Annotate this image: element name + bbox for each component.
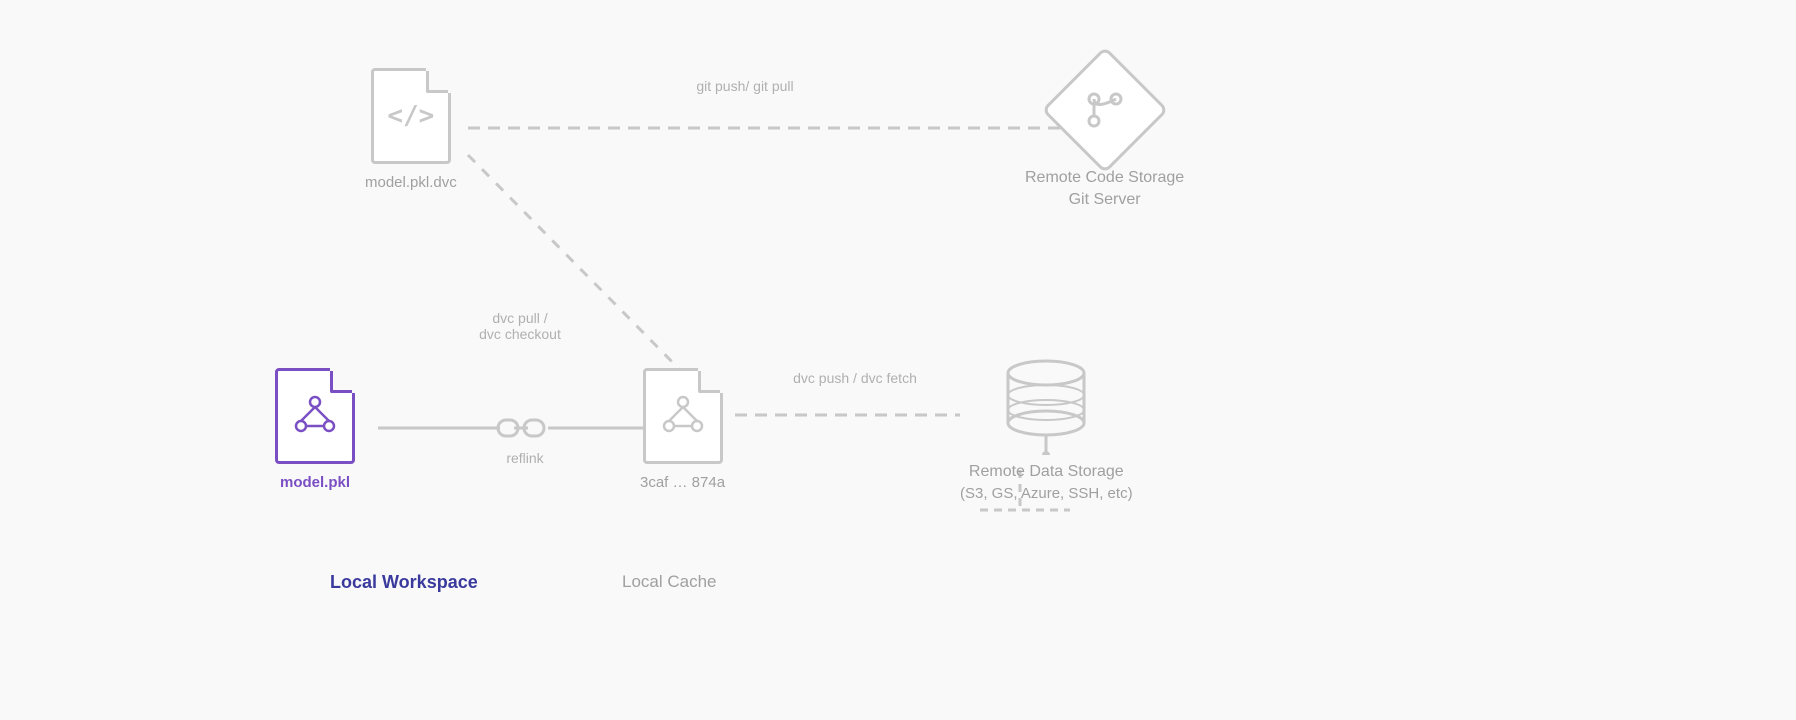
local-cache-file-label: 3caf … 874a <box>640 474 725 491</box>
dvc-file-icon: </> model.pkl.dvc <box>365 68 457 191</box>
git-diamond-inner <box>1084 89 1126 131</box>
model-file-shape <box>275 368 355 464</box>
remote-storage-label-line1: Remote Data Storage <box>960 463 1133 481</box>
dvc-file-label: model.pkl.dvc <box>365 174 457 191</box>
git-server-icon: Remote Code Storage Git Server <box>1025 65 1184 209</box>
remote-storage-label-line2: (S3, GS, Azure, SSH, etc) <box>960 485 1133 502</box>
dvc-file-shape: </> <box>371 68 451 164</box>
local-workspace-label: Local Workspace <box>330 572 478 593</box>
cache-graph-icon <box>661 392 705 441</box>
arrows-svg <box>0 0 1796 720</box>
dvc-push-fetch-label: dvc push / dvc fetch <box>750 370 960 386</box>
git-branch-icon <box>1084 89 1126 131</box>
local-cache-file-shape <box>643 368 723 464</box>
chain-link-svg <box>496 412 546 444</box>
remote-storage-icon: Remote Data Storage (S3, GS, Azure, SSH,… <box>960 355 1133 502</box>
reflink-label: reflink <box>480 450 570 466</box>
git-server-label-line2: Git Server <box>1025 191 1184 209</box>
link-icon <box>494 408 548 448</box>
git-push-pull-label: git push/ git pull <box>620 78 870 94</box>
local-cache-file-icon: 3caf … 874a <box>640 368 725 491</box>
git-diamond <box>1041 46 1168 173</box>
model-file-label: model.pkl <box>280 474 350 491</box>
local-cache-label: Local Cache <box>622 572 717 592</box>
git-server-label-line1: Remote Code Storage <box>1025 169 1184 187</box>
model-file-icon: model.pkl <box>275 368 355 491</box>
code-icon: </> <box>387 101 434 131</box>
graph-icon <box>293 392 337 441</box>
dvc-pull-label: dvc pull / dvc checkout <box>440 310 600 342</box>
database-svg <box>1001 355 1091 455</box>
diagram-container: </> model.pkl.dvc Remote Code Storage Gi… <box>0 0 1796 720</box>
